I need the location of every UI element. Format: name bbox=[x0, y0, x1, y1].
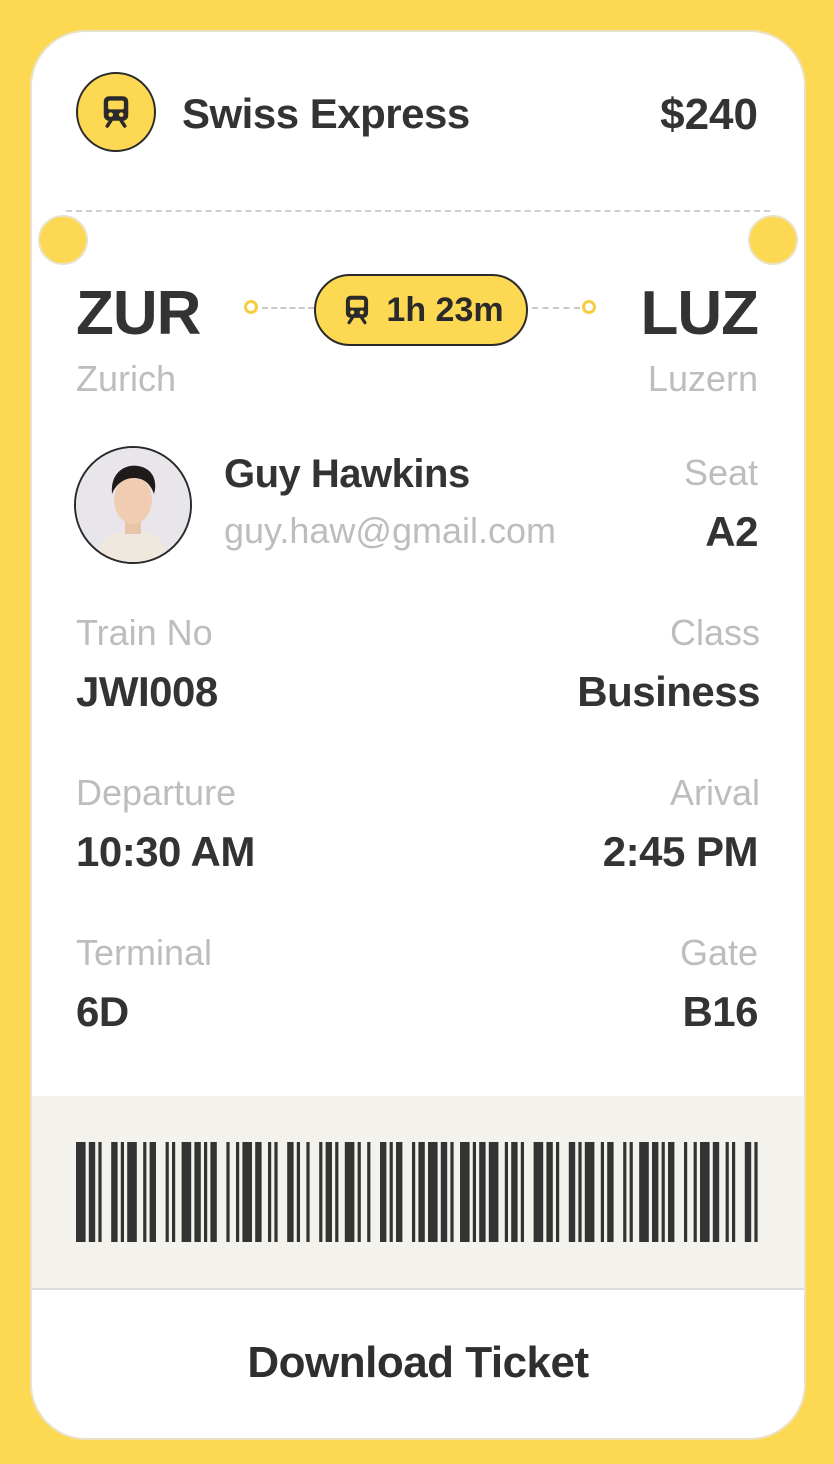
ticket-notch-right bbox=[748, 215, 798, 265]
origin-city: Zurich bbox=[76, 358, 177, 399]
passenger-email: guy.haw@gmail.com bbox=[224, 510, 556, 551]
terminal-label: Terminal bbox=[76, 932, 213, 973]
train-icon bbox=[346, 295, 369, 325]
route-line-left bbox=[262, 307, 314, 309]
trip-duration: 1h 23m bbox=[386, 290, 504, 329]
brand-name: Swiss Express bbox=[182, 90, 470, 137]
route-line-right bbox=[532, 307, 580, 309]
class-label: Class bbox=[669, 612, 760, 653]
avatar bbox=[74, 446, 192, 564]
passenger-name: Guy Hawkins bbox=[224, 452, 470, 496]
arrival-value: 2:45 PM bbox=[602, 828, 759, 875]
terminal-value: 6D bbox=[76, 988, 129, 1035]
route-end-dot bbox=[582, 300, 596, 314]
ticket-notch-left bbox=[38, 215, 88, 265]
destination-city: Luzern bbox=[647, 358, 758, 399]
departure-label: Departure bbox=[76, 772, 237, 813]
route-start-dot bbox=[244, 300, 258, 314]
ticket-price: $240 bbox=[660, 90, 758, 139]
download-ticket-button[interactable]: Download Ticket bbox=[32, 1338, 804, 1388]
barcode bbox=[76, 1142, 758, 1242]
train-icon bbox=[76, 72, 156, 152]
seat-label: Seat bbox=[683, 452, 758, 493]
gate-label: Gate bbox=[679, 932, 758, 973]
arrival-label: Arival bbox=[669, 772, 760, 813]
departure-value: 10:30 AM bbox=[76, 828, 255, 875]
duration-pill: 1h 23m bbox=[314, 274, 528, 346]
dashed-divider bbox=[66, 210, 770, 212]
seat-value: A2 bbox=[705, 508, 758, 555]
destination-code: LUZ bbox=[640, 279, 759, 348]
gate-value: B16 bbox=[682, 988, 758, 1035]
ticket-card: Swiss Express $240 ZUR Zurich LUZ Luzern… bbox=[30, 30, 806, 1440]
origin-code: ZUR bbox=[76, 279, 201, 348]
train-no-label: Train No bbox=[76, 612, 213, 653]
train-no-value: JWI008 bbox=[76, 668, 218, 715]
class-value: Business bbox=[577, 668, 760, 715]
